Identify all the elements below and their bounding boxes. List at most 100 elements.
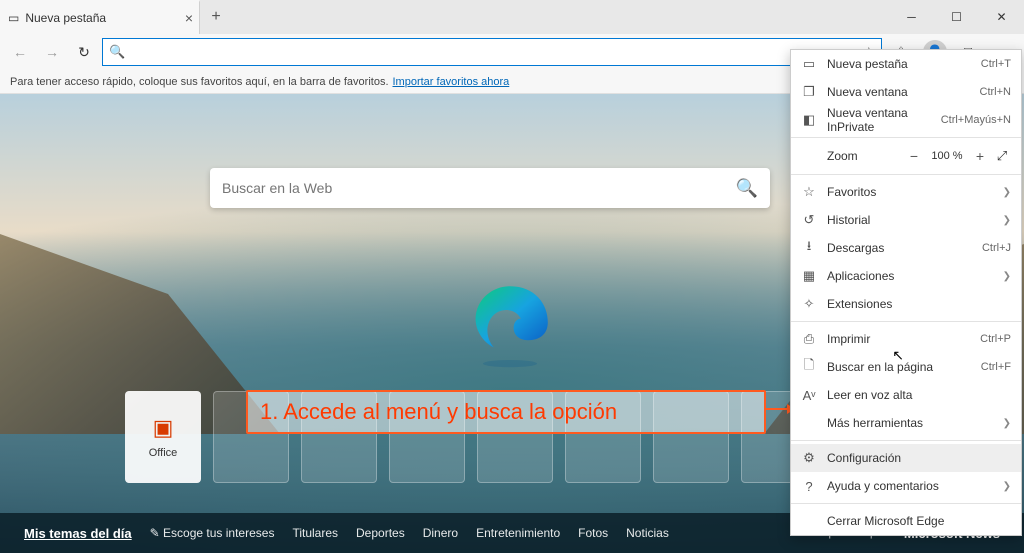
menu-item-shortcut: Ctrl+F	[981, 361, 1011, 373]
menu-separator	[791, 503, 1021, 504]
annotation-arrow	[766, 408, 792, 410]
menu-item-label: Historial	[827, 213, 993, 227]
menu-item-configuraci-n[interactable]: ⚙ Configuración	[791, 444, 1021, 472]
footer-category[interactable]: Dinero	[423, 526, 458, 540]
menu-item-icon: ◧	[801, 112, 817, 128]
chevron-right-icon: ❯	[1003, 187, 1011, 198]
office-icon: ▣	[153, 415, 174, 441]
menu-item-label: Imprimir	[827, 332, 970, 346]
footer-category[interactable]: Deportes	[356, 526, 405, 540]
zoom-label: Zoom	[799, 149, 903, 163]
search-submit-icon[interactable]: 🔍	[736, 178, 758, 199]
menu-item-label: Extensiones	[827, 297, 1011, 311]
menu-item-aplicaciones[interactable]: ▦ Aplicaciones ❯	[791, 262, 1021, 290]
import-favorites-link[interactable]: Importar favoritos ahora	[393, 76, 510, 88]
zoom-value: 100 %	[925, 150, 969, 162]
window-controls: ─ ☐ ✕	[889, 0, 1024, 34]
tab-favicon: ▭	[8, 11, 19, 25]
back-button[interactable]: ←	[6, 38, 34, 66]
menu-item-m-s-herramientas[interactable]: Más herramientas❯	[791, 409, 1021, 437]
annotation-callout: 1. Accede al menú y busca la opción	[246, 390, 766, 434]
tile-office[interactable]: ▣ Office	[125, 391, 201, 483]
search-icon: 🔍	[109, 44, 125, 60]
menu-item-label: Leer en voz alta	[827, 388, 1011, 402]
zoom-out-button[interactable]: −	[903, 148, 925, 164]
menu-item-icon: ❐	[801, 84, 817, 100]
menu-item-extensiones[interactable]: ✧ Extensiones	[791, 290, 1021, 318]
footer-category[interactable]: Fotos	[578, 526, 608, 540]
menu-item-label: Descargas	[827, 241, 972, 255]
menu-separator	[791, 174, 1021, 175]
forward-button[interactable]: →	[38, 38, 66, 66]
titlebar: ▭ Nueva pestaña × + ─ ☐ ✕	[0, 0, 1024, 34]
web-search-box[interactable]: 🔍	[210, 168, 770, 208]
menu-item-label: Aplicaciones	[827, 269, 993, 283]
annotation-text: 1. Accede al menú y busca la opción	[260, 399, 617, 425]
titlebar-drag	[232, 0, 889, 34]
favorites-hint-text: Para tener acceso rápido, coloque sus fa…	[10, 76, 389, 88]
new-tab-button[interactable]: +	[200, 0, 232, 34]
menu-item-icon: ▭	[801, 56, 817, 72]
menu-item-label: Ayuda y comentarios	[827, 479, 993, 493]
edge-logo	[465, 279, 555, 369]
tab-close-icon[interactable]: ×	[185, 10, 193, 26]
menu-separator	[791, 137, 1021, 138]
menu-item-icon: ✧	[801, 296, 817, 312]
footer-category[interactable]: Titulares	[292, 526, 338, 540]
menu-item-label: Buscar en la página	[827, 360, 971, 374]
menu-item-historial[interactable]: ↺ Historial ❯	[791, 206, 1021, 234]
menu-item-shortcut: Ctrl+Mayús+N	[941, 114, 1011, 126]
footer-primary[interactable]: Mis temas del día	[24, 526, 132, 541]
maximize-button[interactable]: ☐	[934, 0, 979, 34]
menu-item-label: Nueva ventana InPrivate	[827, 106, 931, 134]
fullscreen-button[interactable]: ⤢	[991, 148, 1013, 164]
menu-item-icon: ☆	[801, 184, 817, 200]
footer-category[interactable]: Noticias	[626, 526, 669, 540]
menu-item-icon: ⚙	[801, 450, 817, 466]
tab-title: Nueva pestaña	[25, 11, 106, 25]
menu-item-label: Nueva ventana	[827, 85, 970, 99]
menu-item-icon: ⭳	[801, 237, 817, 259]
menu-separator	[791, 440, 1021, 441]
address-input[interactable]	[131, 45, 856, 60]
footer-category[interactable]: Entretenimiento	[476, 526, 560, 540]
menu-item-icon: ▦	[801, 268, 817, 284]
zoom-in-button[interactable]: +	[969, 148, 991, 164]
menu-item-icon: ⎙	[801, 331, 817, 347]
menu-item-icon: ↺	[801, 212, 817, 228]
menu-item-imprimir[interactable]: ⎙ Imprimir Ctrl+P	[791, 325, 1021, 353]
menu-item-label: Nueva pestaña	[827, 57, 971, 71]
browser-tab[interactable]: ▭ Nueva pestaña ×	[0, 0, 200, 34]
menu-item-label: Configuración	[827, 451, 1011, 465]
chevron-right-icon: ❯	[1003, 215, 1011, 226]
menu-item-favoritos[interactable]: ☆ Favoritos ❯	[791, 178, 1021, 206]
menu-item-cerrar-microsoft-edge[interactable]: Cerrar Microsoft Edge	[791, 507, 1021, 535]
menu-item-shortcut: Ctrl+N	[980, 86, 1011, 98]
menu-item-shortcut: Ctrl+T	[981, 58, 1011, 70]
chevron-right-icon: ❯	[1003, 271, 1011, 282]
menu-item-shortcut: Ctrl+J	[982, 242, 1011, 254]
menu-item-shortcut: Ctrl+P	[980, 333, 1011, 345]
refresh-button[interactable]: ↻	[70, 38, 98, 66]
menu-item-icon: 🗋	[801, 356, 817, 378]
tile-label: Office	[149, 447, 178, 459]
menu-item-descargas[interactable]: ⭳ Descargas Ctrl+J	[791, 234, 1021, 262]
menu-item-ayuda-y-comentarios[interactable]: ? Ayuda y comentarios ❯	[791, 472, 1021, 500]
menu-item-buscar-en-la-p-gina[interactable]: 🗋 Buscar en la página Ctrl+F	[791, 353, 1021, 381]
zoom-row: Zoom − 100 % + ⤢	[791, 141, 1021, 171]
menu-item-label: Favoritos	[827, 185, 993, 199]
chevron-right-icon: ❯	[1003, 481, 1011, 492]
menu-item-nueva-ventana-inprivate[interactable]: ◧ Nueva ventana InPrivate Ctrl+Mayús+N	[791, 106, 1021, 134]
menu-item-nueva-pesta-a[interactable]: ▭ Nueva pestaña Ctrl+T	[791, 50, 1021, 78]
footer-category[interactable]: ✎ Escoge tus intereses	[150, 526, 275, 540]
web-search-input[interactable]	[222, 180, 736, 196]
minimize-button[interactable]: ─	[889, 0, 934, 34]
menu-item-leer-en-voz-alta[interactable]: Aᵛ Leer en voz alta	[791, 381, 1021, 409]
chevron-right-icon: ❯	[1003, 418, 1011, 429]
close-window-button[interactable]: ✕	[979, 0, 1024, 34]
menu-item-icon: ?	[801, 479, 817, 494]
address-bar[interactable]: 🔍 ☆	[102, 38, 882, 66]
menu-item-nueva-ventana[interactable]: ❐ Nueva ventana Ctrl+N	[791, 78, 1021, 106]
menu-item-icon: Aᵛ	[801, 388, 817, 403]
menu-separator	[791, 321, 1021, 322]
